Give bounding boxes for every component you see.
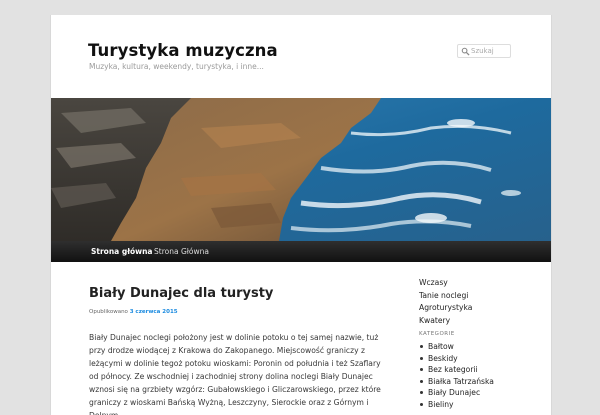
search-input[interactable] [471,45,509,57]
site-title[interactable]: Turystyka muzyczna [88,41,278,60]
search-icon [461,47,470,56]
categories-heading: KATEGORIE [419,331,455,337]
sidebar-link-wczasy[interactable]: Wczasy [419,277,539,290]
post-meta: Opublikowano 3 czerwca 2015 [89,309,178,315]
sidebar: Wczasy Tanie noclegi Agroturystyka Kwate… [419,277,539,410]
sidebar-link-kwatery[interactable]: Kwatery [419,315,539,328]
sidebar-link-agroturystyka[interactable]: Agroturystyka [419,302,539,315]
search-box[interactable] [457,44,511,58]
category-item[interactable]: Bez kategorii [419,364,539,376]
post-title[interactable]: Biały Dunajec dla turysty [89,286,273,301]
category-item[interactable]: Beskidy [419,353,539,365]
page-container: Turystyka muzyczna Muzyka, kultura, week… [50,15,552,415]
sidebar-link-tanie-noclegi[interactable]: Tanie noclegi [419,290,539,303]
post-paragraph: Biały Dunajec noclegi położony jest w do… [89,333,381,415]
category-item[interactable]: Biały Dunajec [419,387,539,399]
nav-item-strona-glowna-page[interactable]: Strona Główna [144,241,219,262]
header-image [51,98,551,241]
main-navigation: Strona główna Strona Główna [51,241,551,262]
category-item[interactable]: Bałtow [419,341,539,353]
post-date-link[interactable]: 3 czerwca 2015 [130,309,178,315]
site-description: Muzyka, kultura, weekendy, turystyka, i … [89,62,264,71]
category-item[interactable]: Bieliny [419,399,539,411]
category-item[interactable]: Białka Tatrzańska [419,376,539,388]
post-content: Biały Dunajec noclegi położony jest w do… [89,331,384,415]
post-meta-prefix: Opublikowano [89,309,128,315]
